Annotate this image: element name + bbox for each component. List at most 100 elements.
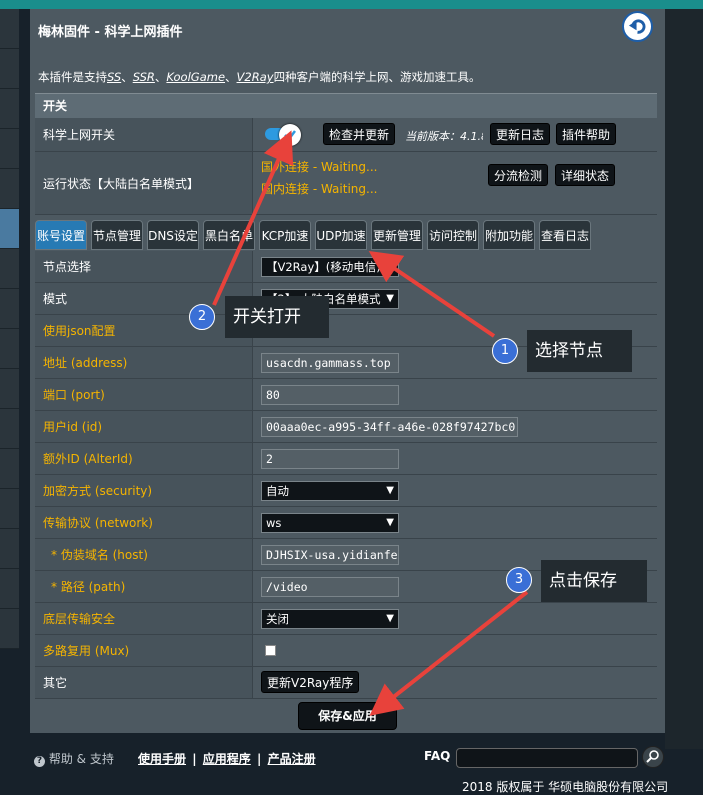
tab-addons[interactable]: 附加功能 (483, 220, 535, 250)
sidebar-item[interactable] (0, 529, 19, 569)
tab-dns[interactable]: DNS设定 (147, 220, 199, 250)
tab-udp[interactable]: UDP加速 (315, 220, 367, 250)
mode-label: 模式 (35, 283, 253, 314)
detail-status-button[interactable]: 详细状态 (555, 164, 616, 186)
sidebar-item[interactable] (0, 569, 19, 609)
tls-select[interactable]: 关闭 ▼ (261, 609, 399, 629)
plugin-help-button[interactable]: 插件帮助 (556, 123, 617, 145)
annotation-1-number: 1 (492, 338, 518, 364)
path-input[interactable]: /video (261, 577, 399, 597)
register-link[interactable]: 产品注册 (268, 752, 316, 766)
section-header: 开关 (35, 93, 657, 118)
check-update-button[interactable]: 检查并更新 (323, 123, 396, 145)
network-select[interactable]: ws ▼ (261, 513, 399, 533)
plugin-description: 本插件是支持SS、SSR、KoolGame、V2Ray四种客户端的科学上网、游戏… (38, 70, 481, 84)
sidebar-item[interactable] (0, 369, 19, 409)
copyright-text: 2018 版权属于 华硕电脑股份有限公司 (462, 780, 669, 794)
version-text: 当前版本：4.1.8 (405, 130, 483, 143)
annotation-2-number: 2 (189, 304, 215, 330)
path-label: * 路径 (path) (35, 571, 253, 602)
port-input[interactable]: 80 (261, 385, 399, 405)
domestic-status: 国内连接 - Waiting... (261, 182, 378, 196)
json-label: 使用json配置 (35, 315, 253, 346)
update-v2ray-button[interactable]: 更新V2Ray程序 (261, 671, 360, 693)
tab-account[interactable]: 账号设置 (35, 220, 87, 250)
sidebar-item-active[interactable] (0, 209, 19, 249)
node-label: 节点选择 (35, 251, 253, 282)
mux-checkbox[interactable] (265, 645, 276, 656)
check-icon (279, 124, 301, 146)
node-select[interactable]: 【V2Ray】(移动电信) ▼ (261, 257, 399, 277)
alterid-input[interactable]: 2 (261, 449, 399, 469)
host-input[interactable]: DJHSIX-usa.yidianfeng (261, 545, 399, 565)
mux-row: 多路复用 (Mux) (35, 635, 657, 667)
node-row: 节点选择 【V2Ray】(移动电信) ▼ (35, 251, 657, 283)
other-row: 其它 更新V2Ray程序 (35, 667, 657, 699)
back-button[interactable] (622, 11, 653, 42)
sidebar-item[interactable] (0, 129, 19, 169)
dropdown-arrow-icon: ▼ (386, 261, 394, 272)
tab-logs[interactable]: 查看日志 (539, 220, 591, 250)
sidebar-item[interactable] (0, 249, 19, 289)
search-icon[interactable] (642, 746, 664, 768)
sidebar-item[interactable] (0, 289, 19, 329)
tab-blacklist[interactable]: 黑白名单 (203, 220, 255, 250)
address-label: 地址 (address) (35, 347, 253, 378)
port-label: 端口 (port) (35, 379, 253, 410)
back-arrow-icon (628, 19, 646, 34)
faq-label: FAQ (424, 749, 451, 763)
userid-label: 用户id (id) (35, 411, 253, 442)
left-sidebar (0, 9, 19, 649)
security-select[interactable]: 自动 ▼ (261, 481, 399, 501)
userid-row: 用户id (id) 00aaa0ec-a995-34ff-a46e-028f97… (35, 411, 657, 443)
address-input[interactable]: usacdn.gammass.top (261, 353, 399, 373)
switch-row: 科学上网开关 检查并更新 当前版本：4.1.8 更新日志 插件帮助 (35, 118, 657, 152)
status-row: 运行状态【大陆白名单模式】 国外连接 - Waiting... 国内连接 - W… (35, 152, 657, 215)
tls-label: 底层传输安全 (35, 603, 253, 634)
annotation-1-label: 选择节点 (527, 330, 632, 372)
host-label: * 伪装域名 (host) (35, 539, 253, 570)
tab-update[interactable]: 更新管理 (371, 220, 423, 250)
mux-label: 多路复用 (Mux) (35, 635, 253, 666)
userid-input[interactable]: 00aaa0ec-a995-34ff-a46e-028f97427bc0 (261, 417, 518, 437)
tab-access[interactable]: 访问控制 (427, 220, 479, 250)
alterid-row: 额外ID (AlterId) 2 (35, 443, 657, 475)
other-label: 其它 (35, 667, 253, 698)
help-support-link[interactable]: ? 帮助 & 支持 (34, 750, 114, 767)
sidebar-item[interactable] (0, 409, 19, 449)
security-row: 加密方式 (security) 自动 ▼ (35, 475, 657, 507)
annotation-3-number: 3 (506, 567, 532, 593)
mode-row: 模式 【2】 大陆白名单模式▼ (35, 283, 657, 315)
sidebar-item[interactable] (0, 609, 19, 649)
manual-link[interactable]: 使用手册 (138, 752, 186, 766)
faq-search-input[interactable] (456, 748, 638, 768)
security-label: 加密方式 (security) (35, 475, 253, 506)
page-title: 梅林固件 - 科学上网插件 (38, 25, 183, 40)
dropdown-arrow-icon: ▼ (386, 485, 394, 496)
annotation-2-label: 开关打开 (225, 296, 329, 338)
status-label: 运行状态【大陆白名单模式】 (35, 152, 253, 214)
sidebar-item[interactable] (0, 49, 19, 89)
tab-kcp[interactable]: KCP加速 (259, 220, 311, 250)
save-apply-button[interactable]: 保存&应用 (298, 702, 397, 730)
sidebar-item[interactable] (0, 329, 19, 369)
tab-nodes[interactable]: 节点管理 (91, 220, 143, 250)
alterid-label: 额外ID (AlterId) (35, 443, 253, 474)
dropdown-arrow-icon: ▼ (386, 517, 394, 528)
sidebar-item[interactable] (0, 169, 19, 209)
top-accent-bar (0, 0, 703, 9)
foreign-status: 国外连接 - Waiting... (261, 160, 378, 174)
split-check-button[interactable]: 分流检测 (488, 164, 549, 186)
changelog-button[interactable]: 更新日志 (490, 123, 551, 145)
sidebar-item[interactable] (0, 89, 19, 129)
sidebar-item[interactable] (0, 9, 19, 49)
app-link[interactable]: 应用程序 (203, 752, 251, 766)
proxy-toggle[interactable] (265, 124, 303, 146)
dropdown-arrow-icon: ▼ (386, 613, 394, 624)
annotation-3-label: 点击保存 (541, 560, 647, 602)
footer-links: 使用手册 | 应用程序 | 产品注册 (138, 752, 316, 766)
tab-bar: 账号设置 节点管理 DNS设定 黑白名单 KCP加速 UDP加速 更新管理 访问… (35, 220, 657, 250)
sidebar-item[interactable] (0, 449, 19, 489)
right-strip (665, 9, 703, 749)
sidebar-item[interactable] (0, 489, 19, 529)
